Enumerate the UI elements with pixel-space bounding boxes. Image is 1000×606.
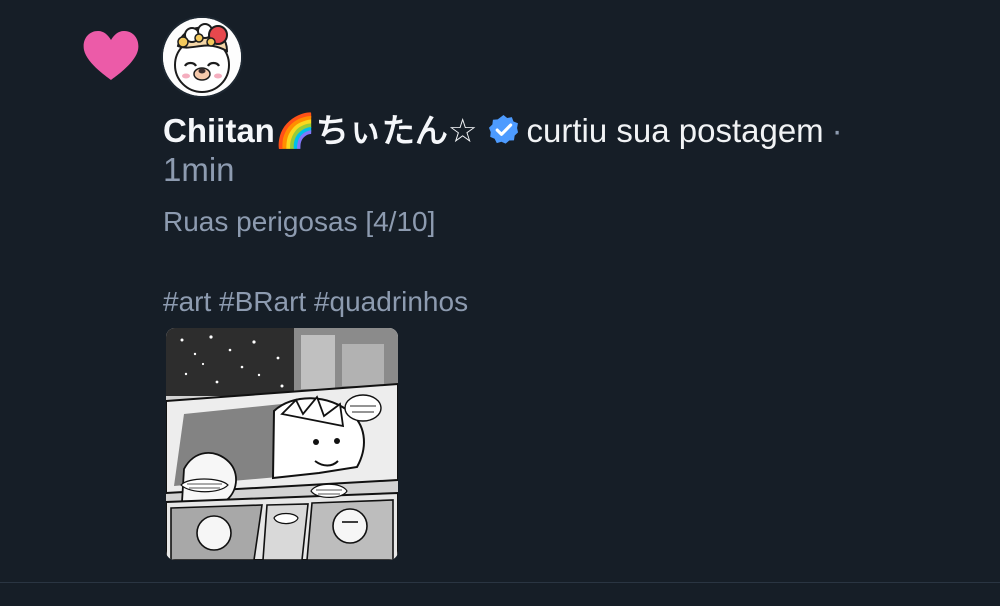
post-text: Ruas perigosas [4/10] #art #BRart #quadr…: [163, 206, 469, 317]
divider: [0, 582, 1000, 583]
timestamp: 1min: [163, 151, 235, 188]
heart-icon: [83, 31, 139, 80]
notification-action: curtiu sua postagem: [526, 112, 824, 149]
separator-dot: ·: [831, 112, 843, 149]
author-name[interactable]: Chiitan🌈ちぃたん☆: [163, 112, 478, 149]
verified-check-icon: [488, 114, 518, 144]
post-image[interactable]: [166, 328, 398, 560]
avatar-illustration: [163, 18, 241, 96]
notification-content: Chiitan🌈ちぃたん☆ curtiu sua postagem · 1min …: [163, 112, 963, 322]
avatar[interactable]: [163, 18, 241, 96]
notification-headline: Chiitan🌈ちぃたん☆ curtiu sua postagem · 1min: [163, 112, 963, 190]
like-notification[interactable]: Chiitan🌈ちぃたん☆ curtiu sua postagem · 1min …: [0, 0, 1000, 606]
comic-page-image: [166, 328, 398, 560]
